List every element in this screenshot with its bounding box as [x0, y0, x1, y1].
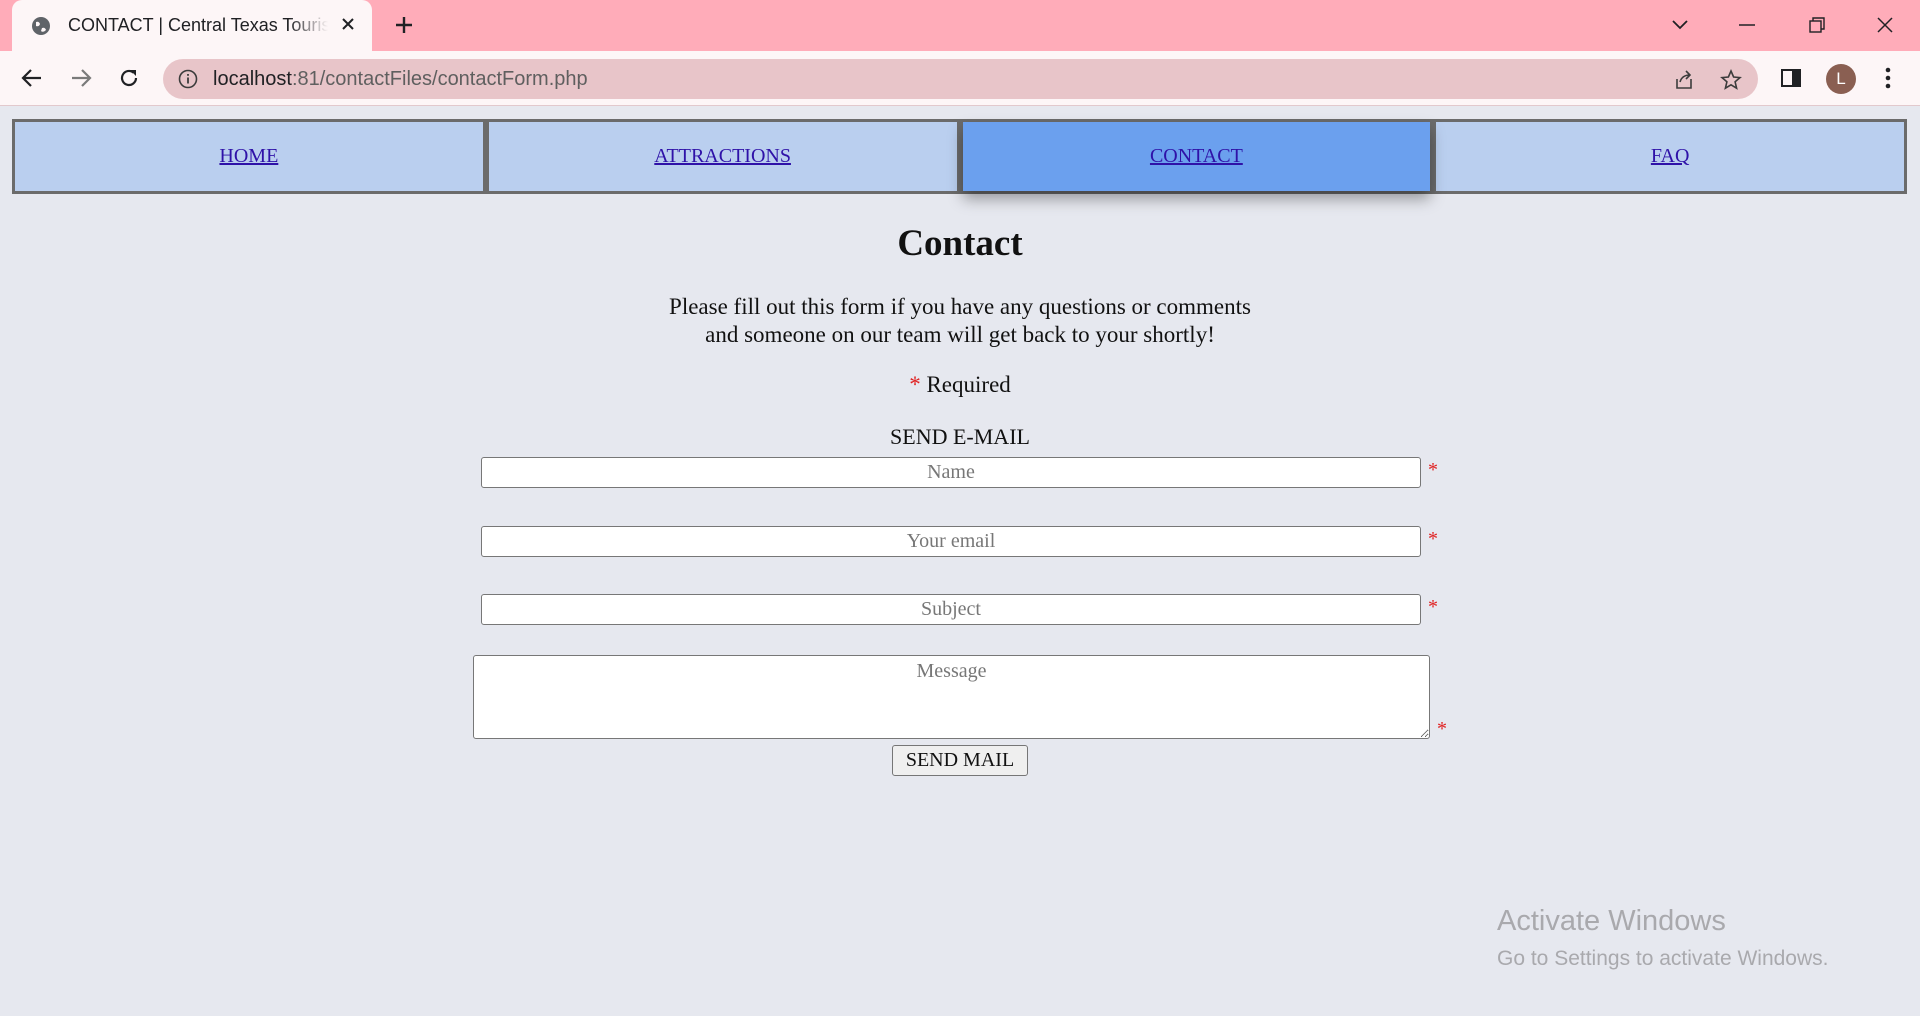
- email-required-marker: *: [1428, 528, 1438, 550]
- intro-line-2: and someone on our team will get back to…: [705, 322, 1215, 347]
- close-window-icon[interactable]: [1868, 10, 1902, 40]
- subject-required-marker: *: [1428, 596, 1438, 618]
- forward-icon[interactable]: [67, 64, 95, 92]
- nav-item-home: HOME: [15, 122, 483, 191]
- reload-icon[interactable]: [115, 64, 143, 92]
- nav-link-faq[interactable]: FAQ: [1651, 145, 1690, 168]
- browser-tabstrip: CONTACT | Central Texas Tourism: [0, 0, 1920, 51]
- nav-link-home[interactable]: HOME: [219, 145, 278, 168]
- back-icon[interactable]: [18, 64, 46, 92]
- required-label: Required: [926, 372, 1011, 397]
- nav-item-faq: FAQ: [1436, 122, 1904, 191]
- subject-input[interactable]: [481, 594, 1421, 625]
- intro-text: Please fill out this form if you have an…: [0, 293, 1920, 349]
- site-info-icon[interactable]: [177, 68, 199, 90]
- profile-avatar[interactable]: L: [1826, 64, 1856, 94]
- tab-title: CONTACT | Central Texas Tourism: [68, 15, 328, 35]
- address-bar[interactable]: localhost:81/contactFiles/contactForm.ph…: [163, 59, 1758, 99]
- tab-search-chevron-icon[interactable]: [1663, 10, 1697, 40]
- restore-icon[interactable]: [1800, 10, 1834, 40]
- tab-close-icon[interactable]: [338, 14, 358, 34]
- side-panel-icon[interactable]: [1777, 64, 1805, 92]
- site-nav: HOME ATTRACTIONS CONTACT FAQ: [12, 119, 1907, 194]
- message-textarea[interactable]: [473, 655, 1430, 739]
- message-required-marker: *: [1437, 718, 1447, 740]
- more-menu-icon[interactable]: [1874, 64, 1902, 92]
- activate-windows-title: Activate Windows: [1497, 905, 1726, 937]
- email-input[interactable]: [481, 526, 1421, 557]
- name-input[interactable]: [481, 457, 1421, 488]
- nav-link-contact[interactable]: CONTACT: [1150, 145, 1243, 168]
- new-tab-icon[interactable]: [392, 13, 416, 37]
- required-star: *: [909, 372, 921, 397]
- browser-tab[interactable]: CONTACT | Central Texas Tourism: [12, 0, 372, 51]
- url-text: localhost:81/contactFiles/contactForm.ph…: [213, 67, 588, 90]
- required-note: * Required: [0, 372, 1920, 398]
- globe-icon: [30, 15, 52, 37]
- form-title: SEND E-MAIL: [890, 424, 1030, 449]
- browser-toolbar: localhost:81/contactFiles/contactForm.ph…: [0, 51, 1920, 106]
- send-mail-button[interactable]: SEND MAIL: [892, 745, 1028, 776]
- nav-link-attractions[interactable]: ATTRACTIONS: [654, 145, 791, 168]
- nav-item-contact: CONTACT: [962, 122, 1431, 191]
- activate-windows-subtitle: Go to Settings to activate Windows.: [1497, 947, 1829, 970]
- bookmark-star-icon[interactable]: [1718, 67, 1744, 93]
- minimize-icon[interactable]: [1730, 10, 1764, 40]
- share-icon[interactable]: [1671, 67, 1697, 93]
- intro-line-1: Please fill out this form if you have an…: [669, 294, 1251, 319]
- nav-item-attractions: ATTRACTIONS: [488, 122, 957, 191]
- name-required-marker: *: [1428, 459, 1438, 481]
- page-title: Contact: [897, 223, 1023, 264]
